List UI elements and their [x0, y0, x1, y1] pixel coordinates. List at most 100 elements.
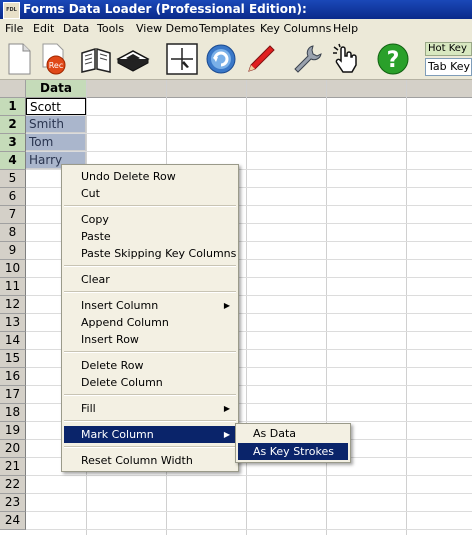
- menu-item-paste-skipping-key-columns[interactable]: Paste Skipping Key Columns: [64, 245, 236, 262]
- row-header[interactable]: 17: [0, 386, 26, 404]
- menu-item-label: Insert Column: [81, 299, 159, 312]
- menu-templates[interactable]: Templates: [199, 22, 255, 35]
- menu-view-demo[interactable]: View Demo: [136, 22, 198, 35]
- submenu-arrow-icon: ▶: [223, 301, 230, 310]
- toolbar: Rec ? Hot Key Tab Key: [0, 39, 472, 80]
- grid-cell[interactable]: Scott: [26, 98, 86, 115]
- column-header-empty[interactable]: [327, 80, 407, 98]
- submenu-item-as-key-strokes[interactable]: As Key Strokes: [238, 443, 348, 460]
- grid-line: [406, 80, 407, 535]
- help-question-icon: ?: [377, 43, 409, 75]
- menu-item-append-column[interactable]: Append Column: [64, 314, 236, 331]
- menu-item-insert-column[interactable]: Insert Column ▶: [64, 297, 236, 314]
- context-menu: Undo Delete Row Cut Copy Paste Paste Ski…: [61, 164, 239, 472]
- stamp-icon: [116, 50, 150, 72]
- app-icon: FDL: [3, 2, 20, 19]
- row-header[interactable]: 2: [0, 116, 26, 134]
- stamp-button[interactable]: [116, 42, 150, 76]
- menu-item-fill[interactable]: Fill ▶: [64, 400, 236, 417]
- row-header[interactable]: 21: [0, 458, 26, 476]
- menu-item-clear[interactable]: Clear: [64, 271, 236, 288]
- menu-item-delete-row[interactable]: Delete Row: [64, 357, 236, 374]
- svg-text:?: ?: [387, 48, 400, 73]
- submenu-arrow-icon: ▶: [223, 404, 230, 413]
- grid-line: [26, 493, 472, 494]
- record-label: Rec: [49, 61, 64, 70]
- column-header-empty[interactable]: [167, 80, 247, 98]
- menu-item-cut[interactable]: Cut: [64, 185, 236, 202]
- row-header[interactable]: 1: [0, 98, 26, 116]
- submenu-arrow-icon: ▶: [223, 430, 230, 439]
- menu-item-copy[interactable]: Copy: [64, 211, 236, 228]
- menu-separator: [64, 265, 236, 267]
- row-header[interactable]: 9: [0, 242, 26, 260]
- row-header[interactable]: 22: [0, 476, 26, 494]
- edit-pencil-button[interactable]: [244, 42, 278, 76]
- row-header[interactable]: 5: [0, 170, 26, 188]
- menu-edit[interactable]: Edit: [33, 22, 54, 35]
- row-header[interactable]: 3: [0, 134, 26, 152]
- window-title: Forms Data Loader (Professional Edition)…: [23, 2, 307, 16]
- row-header[interactable]: 19: [0, 422, 26, 440]
- row-header[interactable]: 7: [0, 206, 26, 224]
- menu-file[interactable]: File: [5, 22, 23, 35]
- refresh-icon: [206, 44, 236, 74]
- open-book-button[interactable]: [79, 42, 113, 76]
- menu-item-label: Fill: [81, 402, 96, 415]
- column-header-data[interactable]: Data: [26, 80, 87, 98]
- menu-separator: [64, 205, 236, 207]
- row-header[interactable]: 24: [0, 512, 26, 530]
- menu-item-paste[interactable]: Paste: [64, 228, 236, 245]
- grid-cursor-button[interactable]: [165, 42, 199, 76]
- menu-separator: [64, 446, 236, 448]
- corner-header[interactable]: [0, 80, 26, 98]
- click-hand-button[interactable]: [330, 42, 364, 76]
- menu-separator: [64, 351, 236, 353]
- row-header[interactable]: 12: [0, 296, 26, 314]
- row-header[interactable]: 10: [0, 260, 26, 278]
- row-header[interactable]: 8: [0, 224, 26, 242]
- menu-item-undo-delete-row[interactable]: Undo Delete Row: [64, 168, 236, 185]
- grid-line: [26, 133, 472, 134]
- help-button[interactable]: ?: [376, 42, 410, 76]
- menu-item-label: Mark Column: [81, 428, 154, 441]
- menu-help[interactable]: Help: [333, 22, 358, 35]
- row-header[interactable]: 14: [0, 332, 26, 350]
- hand-cursor-icon: [333, 43, 357, 73]
- row-header[interactable]: 13: [0, 314, 26, 332]
- menu-item-mark-column[interactable]: Mark Column ▶: [64, 426, 236, 443]
- grid-line: [246, 80, 247, 535]
- column-header-empty[interactable]: [407, 80, 472, 98]
- submenu-item-as-data[interactable]: As Data: [238, 425, 348, 442]
- menu-separator: [64, 291, 236, 293]
- grid-cell[interactable]: Smith: [26, 116, 86, 133]
- hot-key-select[interactable]: Tab Key: [425, 58, 472, 76]
- grid-line: [326, 80, 327, 535]
- grid-cell[interactable]: Tom: [26, 134, 86, 151]
- grid-line: [26, 115, 472, 116]
- record-button[interactable]: Rec: [37, 42, 71, 76]
- menu-item-delete-column[interactable]: Delete Column: [64, 374, 236, 391]
- menu-item-reset-column-width[interactable]: Reset Column Width: [64, 452, 236, 469]
- mark-column-submenu: As Data As Key Strokes: [235, 423, 351, 463]
- menu-tools[interactable]: Tools: [97, 22, 124, 35]
- row-header[interactable]: 16: [0, 368, 26, 386]
- row-header[interactable]: 11: [0, 278, 26, 296]
- row-header[interactable]: 6: [0, 188, 26, 206]
- settings-wrench-button[interactable]: [290, 42, 324, 76]
- new-document-icon: [8, 43, 31, 75]
- crosshair-icon: [166, 43, 198, 75]
- row-header[interactable]: 23: [0, 494, 26, 512]
- menu-item-insert-row[interactable]: Insert Row: [64, 331, 236, 348]
- column-header-empty[interactable]: [247, 80, 327, 98]
- row-header[interactable]: 18: [0, 404, 26, 422]
- hot-key-label: Hot Key: [425, 42, 472, 56]
- refresh-button[interactable]: [204, 42, 238, 76]
- column-header-empty[interactable]: [87, 80, 167, 98]
- row-header[interactable]: 20: [0, 440, 26, 458]
- menu-key-columns[interactable]: Key Columns: [260, 22, 331, 35]
- row-header[interactable]: 4: [0, 152, 26, 170]
- new-document-button[interactable]: [2, 42, 36, 76]
- row-header[interactable]: 15: [0, 350, 26, 368]
- menu-data[interactable]: Data: [63, 22, 89, 35]
